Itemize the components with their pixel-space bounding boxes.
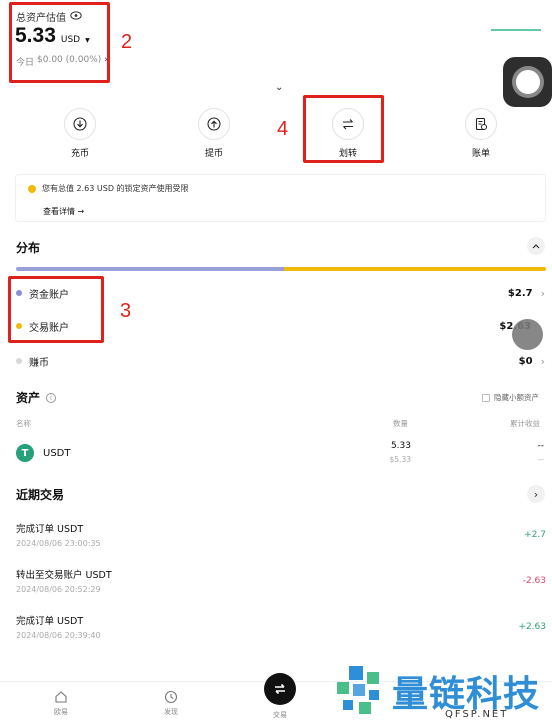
annotation-3: 3 [120, 300, 132, 322]
chevron-right-icon: › [540, 354, 545, 368]
recent-more-button[interactable]: › [527, 485, 545, 503]
nav-trade-label: 交易 [273, 711, 287, 719]
tx-title: 转出至交易账户 USDT [16, 570, 112, 581]
distribution-bar [16, 267, 546, 271]
annotation-box-4 [303, 95, 384, 163]
deposit-button[interactable]: 充币 [50, 108, 110, 159]
notice-text: 您有总值 2.63 USD 的锁定资产使用受限 [42, 184, 189, 193]
locked-asset-notice[interactable]: 您有总值 2.63 USD 的锁定资产使用受限 查看详情 → [15, 174, 546, 222]
tx-row[interactable]: 完成订单 USDT 2024/08/06 23:00:35 +2.7 [16, 521, 546, 549]
annotation-box-3 [8, 276, 104, 343]
tx-title: 完成订单 USDT [16, 616, 84, 627]
bill-button[interactable]: 账单 [451, 108, 511, 159]
col-name: 名称 [16, 419, 31, 428]
tx-amount: +2.63 [518, 622, 546, 632]
tx-date: 2024/08/06 20:39:40 [16, 631, 101, 640]
tx-date: 2024/08/06 23:00:35 [16, 539, 101, 548]
upload-icon [198, 108, 230, 140]
download-icon [64, 108, 96, 140]
col-pnl: 累计收益 [510, 419, 540, 428]
tx-title: 完成订单 USDT [16, 524, 84, 535]
distribution-bar-trading [284, 267, 546, 271]
col-qty: 数量 [393, 419, 408, 428]
dist-row-earn[interactable]: 赚币 $0 › [16, 353, 545, 369]
notice-link[interactable]: 查看详情 → [43, 206, 84, 217]
asset-row-usdt[interactable]: T USDT 5.33 $5.33 -- -- [16, 438, 546, 468]
assist-ring-icon [511, 66, 544, 98]
tether-icon: T [16, 444, 34, 462]
info-icon[interactable]: i [46, 392, 57, 403]
nav-discover-label: 发现 [164, 708, 178, 716]
bill-icon [465, 108, 497, 140]
chevron-up-icon [532, 244, 540, 249]
funding-value: $2.7 [507, 287, 533, 299]
expand-chevron-icon[interactable]: ⌄ [275, 82, 283, 93]
floating-assist-button[interactable] [503, 57, 552, 107]
tx-row[interactable]: 转出至交易账户 USDT 2024/08/06 20:52:29 -2.63 [16, 567, 546, 595]
asset-qty: 5.33 [390, 441, 411, 451]
home-icon [55, 691, 67, 703]
watermark-logo [333, 662, 385, 718]
tx-amount: +2.7 [524, 530, 546, 540]
warning-icon [28, 184, 36, 193]
chevron-right-icon: › [540, 286, 545, 300]
bill-label: 账单 [471, 149, 490, 159]
mini-chart [491, 29, 541, 31]
annotation-4: 4 [277, 118, 289, 140]
compass-icon [164, 690, 178, 704]
asset-pnl: -- [537, 441, 545, 451]
annotation-box-2 [9, 2, 110, 83]
asset-qty-usd: $5.33 [389, 455, 411, 464]
floating-grey-button[interactable] [512, 319, 543, 350]
collapse-toggle[interactable] [527, 237, 545, 255]
earn-label: 赚币 [29, 357, 49, 369]
watermark-domain: QFSP.NET [445, 709, 509, 720]
trade-swap-icon [275, 683, 285, 695]
tx-row[interactable]: 完成订单 USDT 2024/08/06 20:39:40 +2.63 [16, 613, 546, 641]
tx-date: 2024/08/06 20:52:29 [16, 585, 101, 594]
hide-small-toggle[interactable]: 隐藏小额资产 [482, 392, 539, 403]
assets-title-row: 资产 i [16, 389, 57, 406]
tx-amount: -2.63 [522, 576, 546, 586]
annotation-2: 2 [121, 31, 133, 53]
checkbox[interactable] [482, 393, 490, 402]
asset-name: USDT [43, 448, 71, 459]
assets-title: 资产 [16, 391, 41, 405]
earn-dot [16, 358, 22, 364]
distribution-title: 分布 [16, 241, 41, 255]
asset-pnl-secondary: -- [538, 455, 544, 464]
distribution-bar-funding [16, 267, 285, 271]
hide-small-label: 隐藏小额资产 [494, 393, 539, 402]
withdraw-button[interactable]: 提币 [184, 108, 244, 159]
nav-trade[interactable] [264, 673, 296, 705]
deposit-label: 充币 [70, 149, 89, 159]
withdraw-label: 提币 [204, 149, 223, 159]
nav-discover[interactable]: 发现 [146, 690, 196, 717]
nav-home-label: 欧易 [54, 708, 68, 716]
earn-value: $0 [518, 355, 533, 367]
nav-home[interactable]: 欧易 [36, 690, 86, 717]
recent-title: 近期交易 [16, 488, 65, 502]
